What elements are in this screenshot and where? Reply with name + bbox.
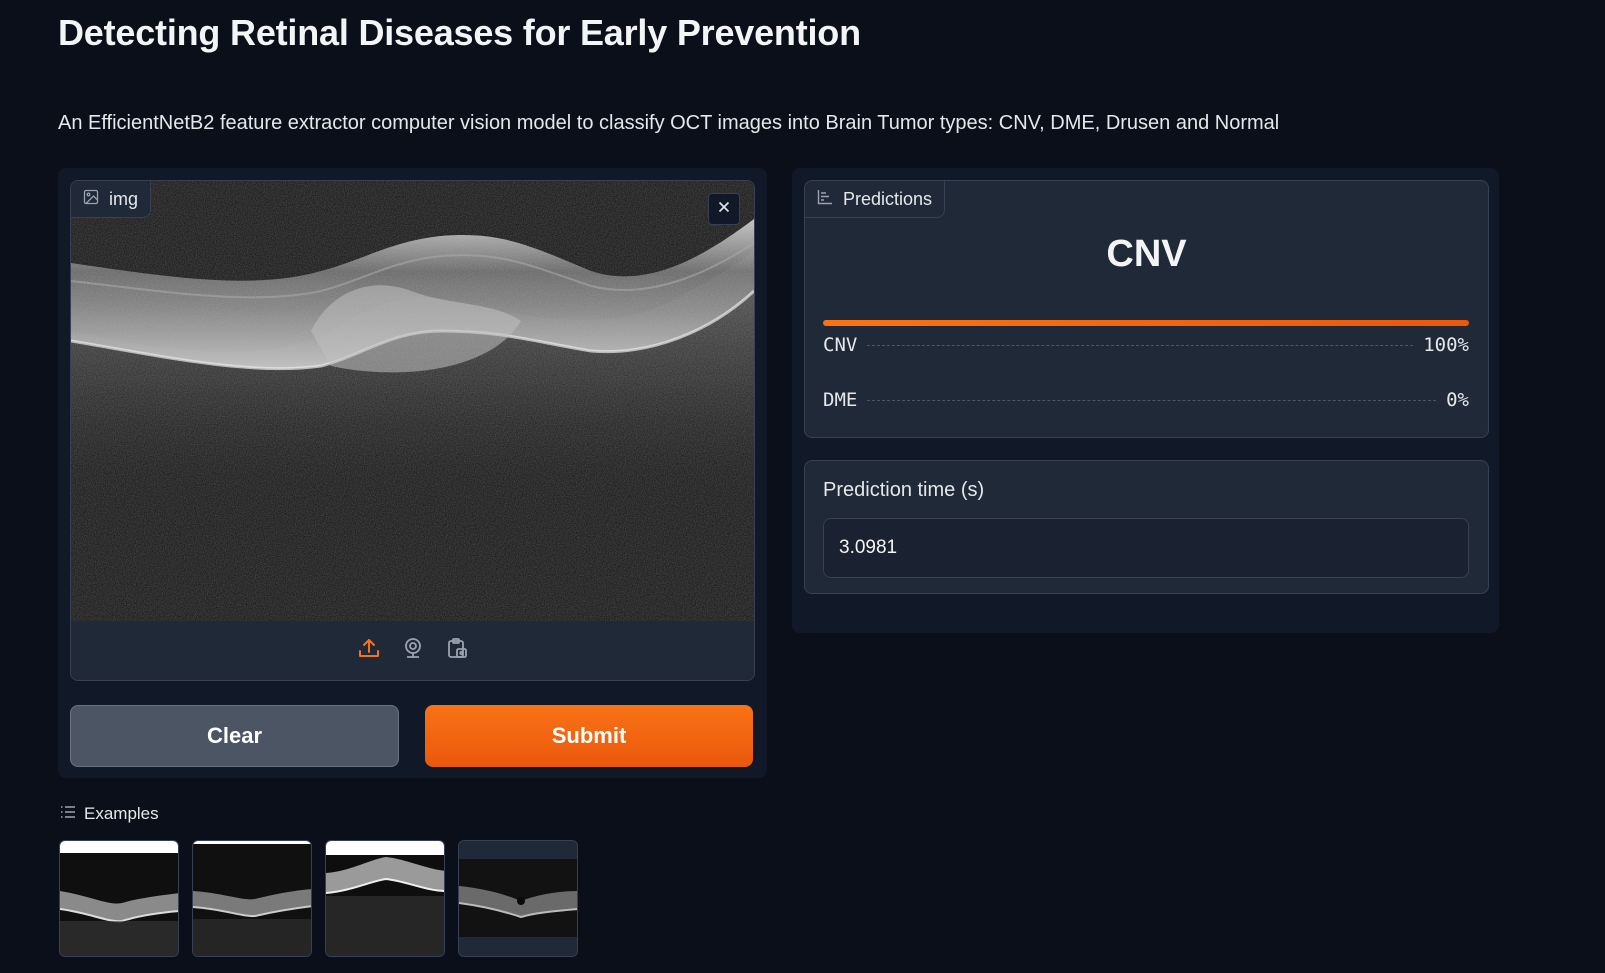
example-thumbnail-1[interactable] — [59, 840, 179, 957]
clear-button[interactable]: Clear — [70, 705, 399, 767]
webcam-button[interactable] — [399, 637, 427, 665]
prediction-time-output: Prediction time (s) 3.0981 — [804, 460, 1489, 594]
submit-button[interactable]: Submit — [425, 705, 753, 767]
image-icon — [83, 189, 99, 210]
confidence-value: 0% — [1446, 389, 1469, 411]
page-title: Detecting Retinal Diseases for Early Pre… — [58, 12, 861, 53]
page-description: An EfficientNetB2 feature extractor comp… — [58, 112, 1280, 134]
predictions-output: Predictions CNV CNV 100% DME 0% — [804, 180, 1489, 438]
clipboard-icon — [446, 637, 468, 664]
image-input-label-text: img — [109, 188, 139, 209]
dotted-leader — [867, 400, 1437, 401]
confidence-row-cnv: CNV 100% — [823, 320, 1469, 356]
examples-header: Examples — [60, 804, 159, 824]
upload-icon — [358, 637, 380, 664]
example-thumbnail-4[interactable] — [458, 840, 578, 957]
top-prediction: CNV — [1106, 233, 1187, 275]
predictions-label: Predictions — [805, 181, 946, 218]
source-selector — [71, 621, 754, 680]
confidence-row-dme: DME 0% — [823, 375, 1469, 411]
output-panel: Predictions CNV CNV 100% DME 0% Predicti… — [792, 168, 1499, 633]
confidence-value: 100% — [1423, 334, 1469, 356]
examples-label: Examples — [84, 804, 159, 823]
example-thumbnail-3[interactable] — [325, 840, 445, 957]
image-input[interactable]: img — [70, 180, 755, 681]
examples-gallery — [59, 840, 578, 957]
prediction-time-field[interactable]: 3.0981 — [823, 518, 1469, 578]
image-input-label: img — [71, 181, 152, 218]
webcam-icon — [402, 637, 424, 664]
predictions-label-text: Predictions — [843, 188, 933, 209]
dotted-leader — [867, 345, 1414, 346]
prediction-time-label: Prediction time (s) — [823, 479, 985, 501]
input-panel: img Clear Submit — [58, 168, 767, 778]
list-icon — [60, 804, 76, 824]
clipboard-button[interactable] — [443, 637, 471, 665]
confidence-bar-track — [823, 320, 1469, 326]
upload-button[interactable] — [355, 637, 383, 665]
confidence-label: CNV — [823, 334, 858, 356]
confidence-bar — [823, 320, 1469, 326]
bar-chart-icon — [817, 189, 833, 210]
confidence-label: DME — [823, 389, 858, 411]
close-icon — [718, 200, 730, 218]
confidence-bar-track — [823, 375, 1469, 381]
oct-scan-image — [71, 181, 754, 621]
example-thumbnail-2[interactable] — [192, 840, 312, 957]
close-button[interactable] — [708, 193, 740, 225]
